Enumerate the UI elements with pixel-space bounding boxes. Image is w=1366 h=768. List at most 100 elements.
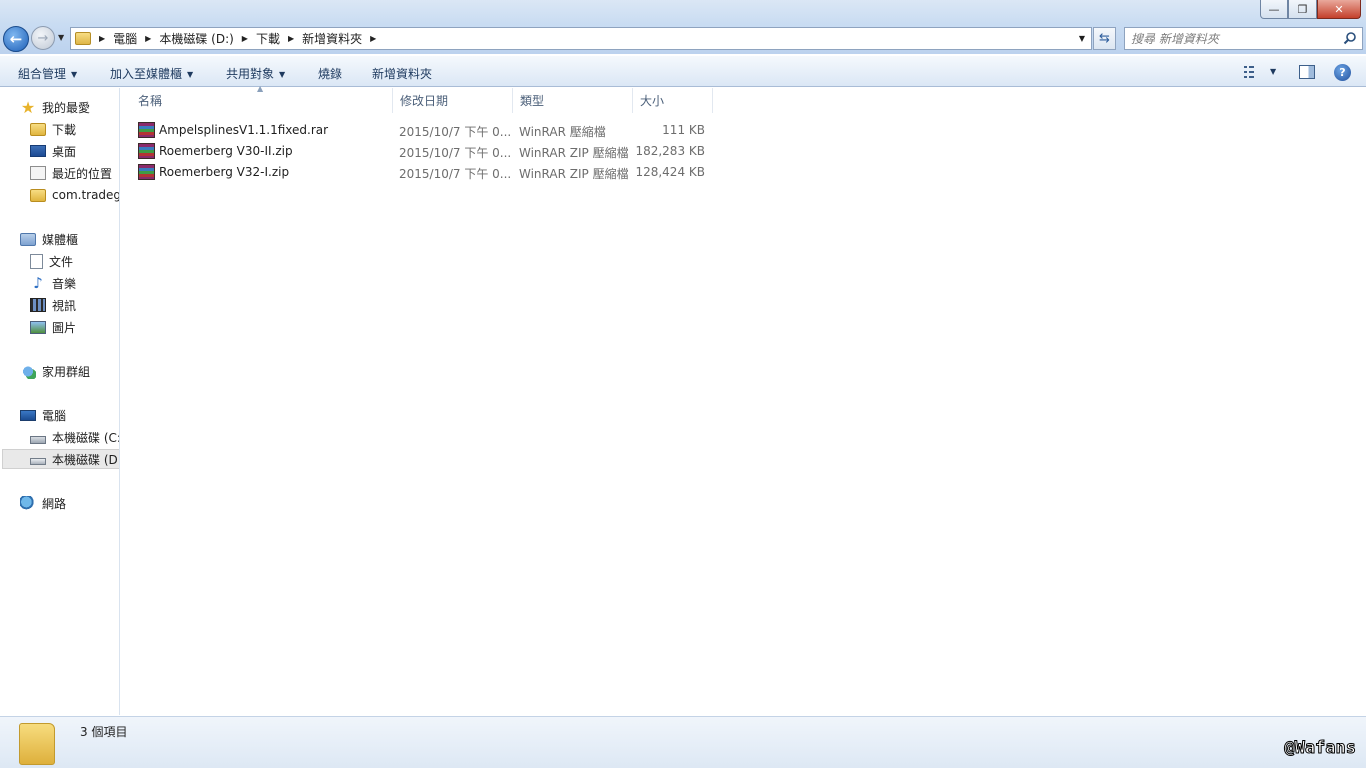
file-row[interactable]: Roemerberg V30-II.zip 2015/10/7 下午 0... … bbox=[121, 141, 721, 162]
sidebar-item-recent-places[interactable]: 最近的位置 bbox=[30, 163, 112, 183]
forward-button[interactable]: → bbox=[31, 26, 55, 50]
folder-icon bbox=[30, 122, 46, 136]
libraries-icon bbox=[20, 232, 36, 246]
chevron-down-icon: ▼ bbox=[71, 70, 78, 79]
add-to-library-button[interactable]: 加入至媒體櫃 ▼ bbox=[110, 65, 193, 82]
sidebar-item-favorites[interactable]: ★ 我的最愛 bbox=[20, 97, 90, 117]
column-header-size[interactable]: 大小 bbox=[633, 88, 713, 113]
window-controls: — ❐ ✕ bbox=[1260, 0, 1361, 20]
winrar-archive-icon bbox=[138, 122, 155, 138]
file-row[interactable]: Roemerberg V32-I.zip 2015/10/7 下午 0... W… bbox=[121, 162, 721, 183]
help-icon[interactable]: ? bbox=[1334, 64, 1351, 81]
sidebar-item-label: 本機磁碟 (D:) bbox=[52, 452, 120, 467]
view-options-dropdown-icon[interactable]: ▼ bbox=[1270, 67, 1276, 76]
breadcrumb-downloads[interactable]: 下載 bbox=[256, 30, 280, 47]
close-button[interactable]: ✕ bbox=[1317, 0, 1361, 19]
search-box[interactable] bbox=[1124, 27, 1363, 50]
file-name: Roemerberg V32-I.zip bbox=[159, 165, 290, 179]
sidebar-item-label: com.tradeg bbox=[52, 188, 120, 202]
desktop-icon bbox=[30, 145, 46, 157]
breadcrumb-new-folder[interactable]: 新增資料夾 bbox=[302, 30, 362, 47]
address-bar[interactable]: ▶ 電腦 ▶ 本機磁碟 (D:) ▶ 下載 ▶ 新增資料夾 ▶ ▼ bbox=[70, 27, 1092, 50]
folder-icon bbox=[75, 32, 91, 45]
sidebar-item-downloads[interactable]: 下載 bbox=[30, 119, 76, 139]
winrar-archive-icon bbox=[138, 143, 155, 159]
folder-icon bbox=[30, 188, 46, 202]
breadcrumb-separator-icon[interactable]: ▶ bbox=[288, 34, 294, 43]
file-type: WinRAR ZIP 壓縮檔 bbox=[519, 167, 629, 181]
chevron-down-icon: ▼ bbox=[187, 70, 194, 79]
breadcrumb-drive-d[interactable]: 本機磁碟 (D:) bbox=[159, 30, 233, 47]
sidebar-item-libraries[interactable]: 媒體櫃 bbox=[20, 229, 78, 249]
sidebar-item-label: 我的最愛 bbox=[42, 100, 91, 115]
details-pane: 3 個項目 @Wafans bbox=[0, 716, 1366, 768]
sidebar-item-label: 桌面 bbox=[52, 144, 77, 159]
back-button[interactable]: ← bbox=[3, 26, 29, 52]
preview-pane-icon[interactable] bbox=[1299, 65, 1315, 79]
organize-button[interactable]: 組合管理 ▼ bbox=[18, 65, 77, 82]
sidebar-item-videos[interactable]: 視訊 bbox=[30, 295, 76, 315]
column-header-date[interactable]: 修改日期 bbox=[393, 88, 513, 113]
sidebar-item-network[interactable]: 網路 bbox=[20, 493, 66, 513]
add-to-library-label: 加入至媒體櫃 bbox=[110, 67, 183, 81]
file-row[interactable]: AmpelsplinesV1.1.1fixed.rar 2015/10/7 下午… bbox=[121, 120, 721, 141]
sidebar-item-drive-d[interactable]: 本機磁碟 (D:) bbox=[2, 449, 120, 469]
item-count: 3 個項目 bbox=[80, 725, 128, 739]
breadcrumb-separator-icon[interactable]: ▶ bbox=[99, 34, 105, 43]
file-date: 2015/10/7 下午 0... bbox=[399, 146, 512, 160]
share-with-label: 共用對象 bbox=[226, 67, 275, 81]
sidebar-item-label: 最近的位置 bbox=[52, 166, 113, 181]
breadcrumb-computer[interactable]: 電腦 bbox=[113, 30, 137, 47]
file-name: AmpelsplinesV1.1.1fixed.rar bbox=[159, 123, 329, 137]
file-date: 2015/10/7 下午 0... bbox=[399, 125, 512, 139]
sidebar-item-label: 媒體櫃 bbox=[42, 232, 79, 247]
winrar-archive-icon bbox=[138, 164, 155, 180]
file-size: 128,424 KB bbox=[635, 165, 705, 179]
breadcrumb-separator-icon[interactable]: ▶ bbox=[242, 34, 248, 43]
file-size: 111 KB bbox=[662, 123, 705, 137]
recent-places-icon bbox=[30, 166, 46, 180]
column-header-name[interactable]: 名稱 bbox=[121, 88, 393, 113]
homegroup-icon bbox=[20, 363, 36, 379]
sidebar-item-documents[interactable]: 文件 bbox=[30, 251, 73, 271]
picture-icon bbox=[30, 320, 46, 334]
search-icon[interactable] bbox=[1343, 31, 1357, 45]
document-icon bbox=[30, 253, 43, 269]
file-type: WinRAR 壓縮檔 bbox=[519, 125, 606, 139]
sidebar-item-label: 家用群組 bbox=[42, 364, 91, 379]
back-arrow-icon: ← bbox=[9, 30, 23, 48]
breadcrumb-separator-icon[interactable]: ▶ bbox=[145, 34, 151, 43]
restore-button[interactable]: ❐ bbox=[1288, 0, 1317, 19]
chevron-down-icon: ▼ bbox=[279, 70, 286, 79]
file-name: Roemerberg V30-II.zip bbox=[159, 144, 293, 158]
column-header-type[interactable]: 類型 bbox=[513, 88, 633, 113]
burn-button[interactable]: 燒錄 bbox=[318, 65, 342, 82]
sidebar-item-label: 音樂 bbox=[52, 276, 77, 291]
sidebar-item-pictures[interactable]: 圖片 bbox=[30, 317, 76, 337]
change-view-icon[interactable] bbox=[1244, 66, 1260, 78]
network-icon bbox=[20, 495, 36, 511]
sidebar-item-label: 圖片 bbox=[52, 320, 77, 335]
new-folder-button[interactable]: 新增資料夾 bbox=[372, 65, 432, 82]
address-dropdown-icon[interactable]: ▼ bbox=[1079, 34, 1085, 43]
recent-pages-dropdown-icon[interactable]: ▼ bbox=[58, 33, 64, 42]
sidebar-item-music[interactable]: ♪ 音樂 bbox=[30, 273, 76, 293]
forward-arrow-icon: → bbox=[37, 30, 49, 46]
hard-drive-icon bbox=[30, 458, 46, 465]
organize-label: 組合管理 bbox=[18, 67, 67, 81]
search-input[interactable] bbox=[1125, 28, 1335, 49]
film-icon bbox=[30, 298, 46, 312]
watermark: @Wafans bbox=[1284, 738, 1357, 759]
file-size: 182,283 KB bbox=[635, 144, 705, 158]
sidebar-item-homegroup[interactable]: 家用群組 bbox=[20, 361, 90, 381]
sidebar-item-computer[interactable]: 電腦 bbox=[20, 405, 66, 425]
refresh-button[interactable]: ⇆ bbox=[1093, 27, 1116, 50]
sidebar-item-label: 視訊 bbox=[52, 298, 77, 313]
sidebar-item-label: 本機磁碟 (C:) bbox=[52, 430, 120, 445]
sidebar-item-drive-c[interactable]: 本機磁碟 (C:) bbox=[30, 427, 120, 447]
breadcrumb-separator-icon[interactable]: ▶ bbox=[370, 34, 376, 43]
share-with-button[interactable]: 共用對象 ▼ bbox=[226, 65, 285, 82]
sidebar-item-desktop[interactable]: 桌面 bbox=[30, 141, 76, 161]
sidebar-item-com-tradeg[interactable]: com.tradeg bbox=[30, 185, 120, 205]
minimize-button[interactable]: — bbox=[1260, 0, 1288, 19]
